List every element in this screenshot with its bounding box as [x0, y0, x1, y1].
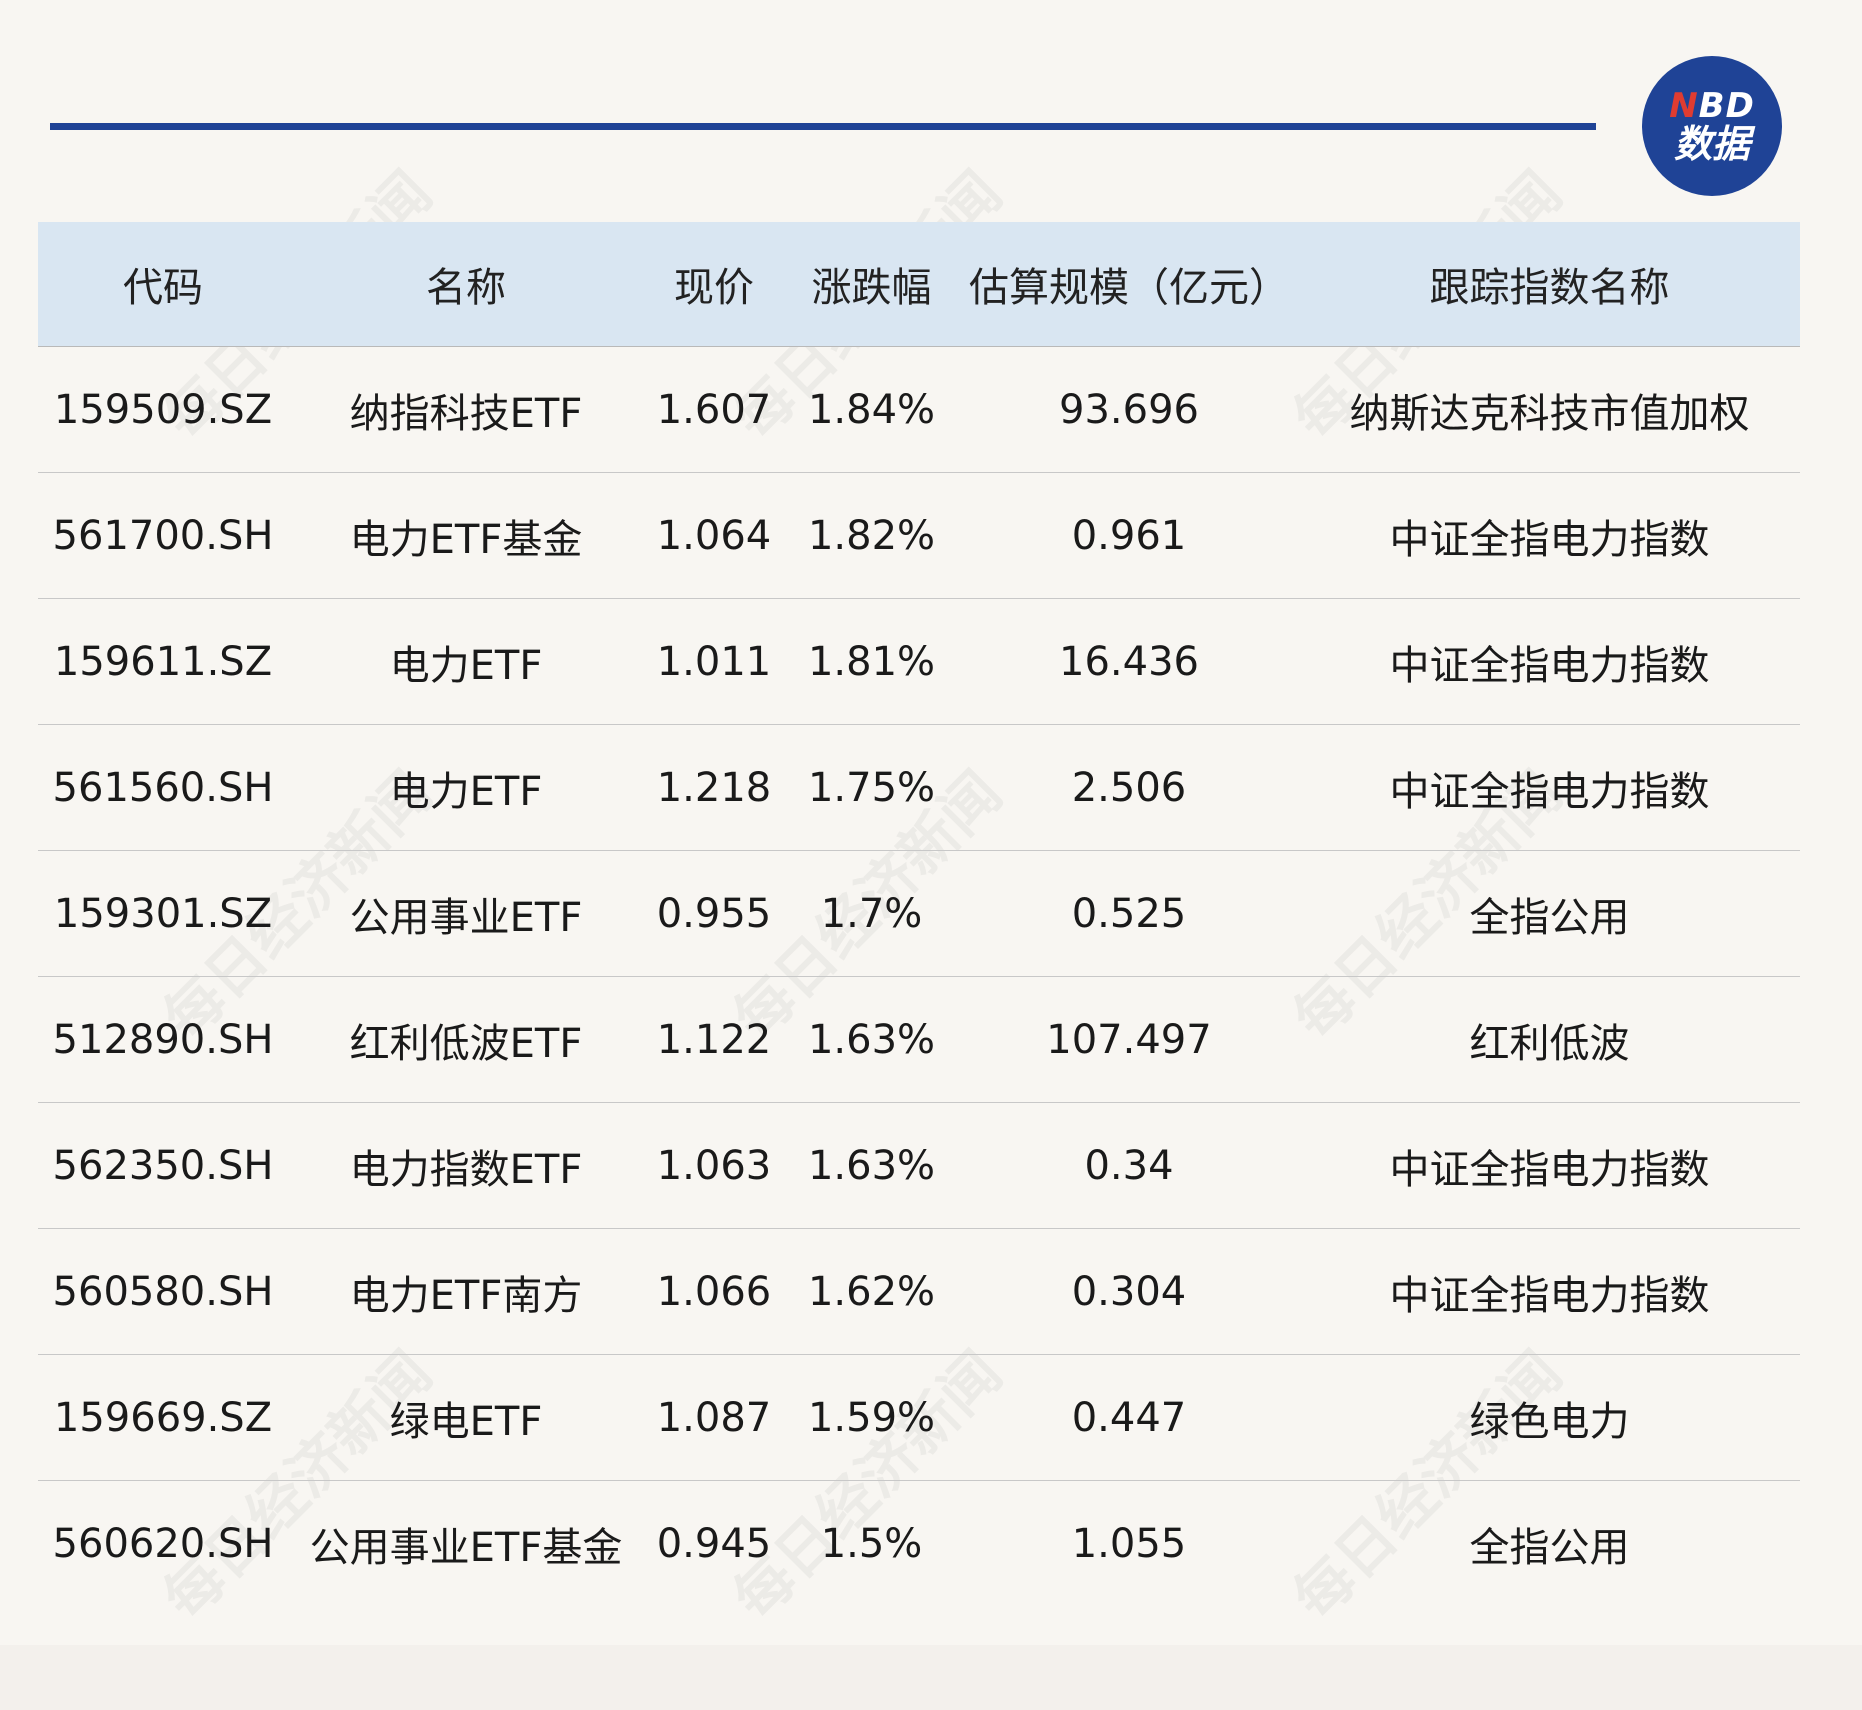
table-row: 159611.SZ 电力ETF 1.011 1.81% 16.436 中证全指电力指数 — [38, 599, 1800, 725]
cell-code: 159301.SZ — [53, 890, 273, 937]
nbd-logo: NBD 数据 — [1642, 56, 1782, 196]
cell-index: 全指公用 — [1469, 1524, 1630, 1571]
logo-letters-bd: BD — [1698, 86, 1755, 126]
cell-change: 1.59% — [807, 1394, 936, 1441]
header-price: 现价 — [674, 265, 754, 311]
cell-name: 纳指科技ETF — [349, 390, 583, 437]
cell-code: 512890.SH — [52, 1016, 274, 1063]
cell-index: 绿色电力 — [1469, 1398, 1630, 1445]
cell-index: 纳斯达克科技市值加权 — [1349, 390, 1750, 437]
bottom-band — [0, 1645, 1862, 1710]
cell-index: 全指公用 — [1469, 894, 1630, 941]
header-scale: 估算规模（亿元） — [969, 265, 1289, 311]
cell-price: 1.066 — [656, 1268, 772, 1315]
cell-scale: 2.506 — [1071, 764, 1187, 811]
cell-change: 1.81% — [807, 638, 936, 685]
cell-price: 1.063 — [656, 1142, 772, 1189]
cell-price: 0.945 — [656, 1520, 772, 1567]
table-row: 159301.SZ 公用事业ETF 0.955 1.7% 0.525 全指公用 — [38, 851, 1800, 977]
cell-name: 电力ETF基金 — [349, 516, 583, 563]
cell-code: 560580.SH — [52, 1268, 274, 1315]
table-body: 159509.SZ 纳指科技ETF 1.607 1.84% 93.696 纳斯达克科技市值… — [38, 347, 1800, 1606]
cell-name: 电力ETF — [389, 768, 543, 815]
etf-table: 代码 名称 现价 涨跌幅 估算规模（亿元） 跟踪指数名称 159509.SZ 纳指… — [38, 222, 1800, 1606]
cell-code: 562350.SH — [52, 1142, 274, 1189]
cell-code: 561560.SH — [52, 764, 274, 811]
cell-code: 159669.SZ — [53, 1394, 273, 1441]
cell-price: 1.218 — [656, 764, 772, 811]
cell-scale: 93.696 — [1059, 386, 1199, 433]
cell-change: 1.75% — [807, 764, 936, 811]
cell-code: 159509.SZ — [53, 386, 273, 433]
table-row: 560620.SH 公用事业ETF基金 0.945 1.5% 1.055 全指公用 — [38, 1481, 1800, 1606]
cell-index: 红利低波 — [1469, 1020, 1630, 1067]
cell-change: 1.63% — [807, 1142, 936, 1189]
cell-change: 1.63% — [807, 1016, 936, 1063]
logo-letter-n: N — [1669, 86, 1699, 126]
table-header: 代码 名称 现价 涨跌幅 估算规模（亿元） 跟踪指数名称 — [38, 222, 1800, 347]
cell-name: 绿电ETF — [389, 1398, 543, 1445]
table-row: 560580.SH 电力ETF南方 1.066 1.62% 0.304 中证全指电力指数 — [38, 1229, 1800, 1355]
cell-scale: 0.304 — [1071, 1268, 1187, 1315]
header-index: 跟踪指数名称 — [1429, 265, 1670, 311]
table-row: 159509.SZ 纳指科技ETF 1.607 1.84% 93.696 纳斯达克科技市值… — [38, 347, 1800, 473]
header-name: 名称 — [426, 265, 506, 311]
cell-change: 1.7% — [820, 890, 923, 937]
logo-text-nbd: NBD — [1669, 89, 1755, 123]
cell-index: 中证全指电力指数 — [1389, 642, 1710, 689]
cell-scale: 0.961 — [1071, 512, 1187, 559]
cell-code: 159611.SZ — [53, 638, 273, 685]
cell-scale: 1.055 — [1071, 1520, 1187, 1567]
cell-change: 1.82% — [807, 512, 936, 559]
cell-price: 1.607 — [656, 386, 772, 433]
cell-price: 1.122 — [656, 1016, 772, 1063]
cell-change: 1.84% — [807, 386, 936, 433]
cell-price: 1.087 — [656, 1394, 772, 1441]
cell-index: 中证全指电力指数 — [1389, 516, 1710, 563]
table-row: 561700.SH 电力ETF基金 1.064 1.82% 0.961 中证全指电力指数 — [38, 473, 1800, 599]
table-row: 512890.SH 红利低波ETF 1.122 1.63% 107.497 红利低波 — [38, 977, 1800, 1103]
header-rule — [50, 123, 1596, 130]
cell-name: 电力指数ETF — [349, 1146, 583, 1193]
cell-name: 公用事业ETF — [349, 894, 583, 941]
table-row: 561560.SH 电力ETF 1.218 1.75% 2.506 中证全指电力指数 — [38, 725, 1800, 851]
cell-index: 中证全指电力指数 — [1389, 768, 1710, 815]
cell-price: 0.955 — [656, 890, 772, 937]
header-change: 涨跌幅 — [811, 265, 932, 311]
cell-scale: 16.436 — [1059, 638, 1199, 685]
cell-change: 1.5% — [820, 1520, 923, 1567]
cell-price: 1.011 — [656, 638, 772, 685]
table-row: 562350.SH 电力指数ETF 1.063 1.63% 0.34 中证全指电力指数 — [38, 1103, 1800, 1229]
logo-text-data: 数据 — [1673, 122, 1750, 166]
cell-scale: 0.34 — [1084, 1142, 1174, 1189]
cell-scale: 0.447 — [1071, 1394, 1187, 1441]
cell-change: 1.62% — [807, 1268, 936, 1315]
cell-price: 1.064 — [656, 512, 772, 559]
cell-name: 电力ETF — [389, 642, 543, 689]
table-row: 159669.SZ 绿电ETF 1.087 1.59% 0.447 绿色电力 — [38, 1355, 1800, 1481]
cell-code: 560620.SH — [52, 1520, 274, 1567]
cell-scale: 0.525 — [1071, 890, 1187, 937]
cell-code: 561700.SH — [52, 512, 274, 559]
cell-name: 公用事业ETF基金 — [309, 1524, 623, 1571]
cell-name: 红利低波ETF — [349, 1020, 583, 1067]
cell-index: 中证全指电力指数 — [1389, 1146, 1710, 1193]
cell-scale: 107.497 — [1046, 1016, 1212, 1063]
cell-index: 中证全指电力指数 — [1389, 1272, 1710, 1319]
header-code: 代码 — [123, 265, 203, 311]
cell-name: 电力ETF南方 — [349, 1272, 583, 1319]
